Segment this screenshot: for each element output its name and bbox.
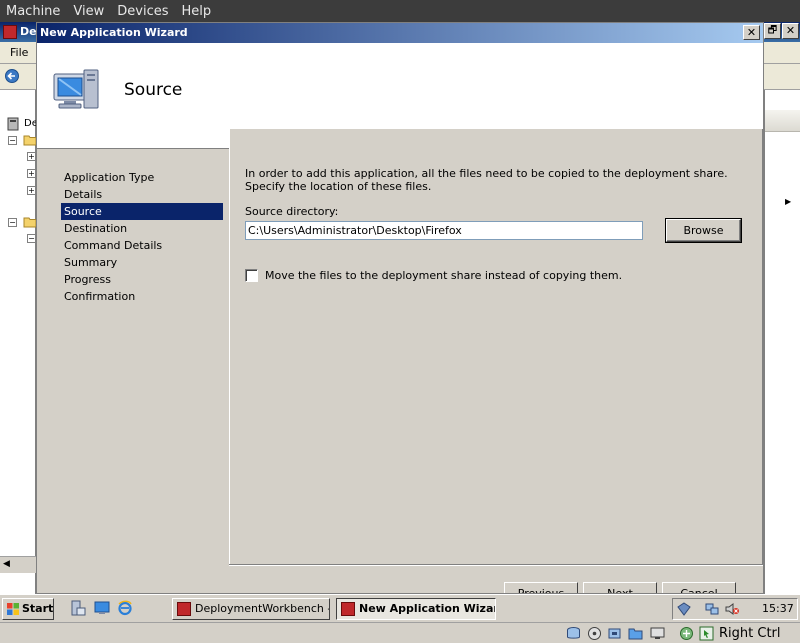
expand-arrow-icon[interactable]: ▶ [785,197,791,206]
tree-expander[interactable]: − [8,218,17,227]
mmc-title: De [20,25,37,38]
tree-expander[interactable]: + [27,152,36,161]
tree-expander[interactable]: + [27,186,36,195]
move-files-checkbox[interactable] [245,269,258,282]
mouse-integration-icon[interactable] [699,626,714,641]
wizard-title: New Application Wizard [40,26,188,39]
task-new-application-wizard[interactable]: New Application Wizard [336,598,496,620]
tree-expander[interactable]: − [27,234,36,243]
restore-button[interactable]: 🗗 [764,23,781,39]
toolbox-icon [177,602,191,616]
wizard-step-source[interactable]: Source [61,203,223,220]
vbox-menu-machine[interactable]: Machine [6,4,60,19]
wizard-step-progress[interactable]: Progress [61,271,223,288]
actions-pane: ▶ [764,90,800,594]
previous-button[interactable]: Previous [504,582,578,593]
move-files-label[interactable]: Move the files to the deployment share i… [265,269,622,282]
mmc-close-button[interactable]: ✕ [782,23,799,39]
hard-disk-icon[interactable] [566,626,581,641]
task-label: New Application Wizard [359,602,496,615]
vbox-menu-view[interactable]: View [73,4,104,19]
next-button[interactable]: Next [583,582,657,593]
internet-explorer-icon[interactable] [117,600,133,616]
folder-icon [23,135,37,146]
vbox-menu-help[interactable]: Help [182,4,212,19]
show-desktop-icon[interactable] [94,600,110,616]
wizard-steps: Application Type Details Source Destinat… [37,149,229,593]
wizard-step-summary[interactable]: Summary [61,254,223,271]
windows-logo-icon [7,603,19,615]
task-deployment-workbench[interactable]: DeploymentWorkbench -... [172,598,330,620]
vbox-statusbar: Right Ctrl [0,622,800,643]
toolbox-icon [3,25,17,39]
system-tray: 15:37 [672,598,798,620]
cancel-button[interactable]: Cancel [662,582,736,593]
server-manager-icon[interactable] [70,600,86,616]
action-center-icon[interactable] [677,602,691,616]
back-arrow-icon[interactable] [4,69,20,83]
start-label: Start [22,602,54,615]
tree-expander[interactable]: + [27,169,36,178]
page-title: Source [124,80,183,100]
vbox-menu-devices[interactable]: Devices [117,4,168,19]
source-directory-label: Source directory: [245,205,339,218]
wizard-step-destination[interactable]: Destination [61,220,223,237]
shared-folders-icon[interactable] [628,626,643,641]
tree-expander[interactable]: − [8,136,17,145]
vbox-menubar: Machine View Devices Help [0,0,800,22]
wizard-titlebar[interactable]: New Application Wizard ✕ [37,23,763,43]
wizard-close-button[interactable]: ✕ [743,25,760,40]
volume-muted-icon[interactable] [725,602,739,616]
wizard-footer: Previous Next Cancel [229,564,763,593]
clock[interactable]: 15:37 [762,602,794,615]
new-application-wizard: New Application Wizard ✕ Source Applicat… [36,22,764,594]
instructions-text: In order to add this application, all th… [245,167,728,193]
host-key-label: Right Ctrl [719,626,781,641]
console-tree[interactable]: De − + + + − − ◀ [0,90,38,594]
wizard-step-application-type[interactable]: Application Type [61,169,223,186]
wizard-content: In order to add this application, all th… [229,129,763,564]
folder-icon [23,217,37,228]
tree-scrollbar[interactable]: ◀ [0,556,36,573]
taskbar: Start DeploymentWorkbench -... New Appli… [0,594,800,622]
wizard-step-confirmation[interactable]: Confirmation [61,288,223,305]
start-button[interactable]: Start [2,598,54,620]
computer-icon [53,69,99,109]
network-adapter-icon[interactable] [679,626,694,641]
wizard-step-details[interactable]: Details [61,186,223,203]
usb-icon[interactable] [607,626,622,641]
network-icon[interactable] [705,602,719,616]
browse-button[interactable]: Browse [666,219,741,242]
optical-drive-icon[interactable] [587,626,602,641]
task-label: DeploymentWorkbench -... [195,602,330,615]
toolbox-icon [341,602,355,616]
actions-header[interactable] [765,110,800,132]
menu-file[interactable]: File [10,46,28,59]
source-directory-input[interactable]: C:\Users\Administrator\Desktop\Firefox [245,221,643,240]
tree-root-icon [7,117,19,131]
wizard-step-command-details[interactable]: Command Details [61,237,223,254]
display-icon[interactable] [650,626,665,641]
